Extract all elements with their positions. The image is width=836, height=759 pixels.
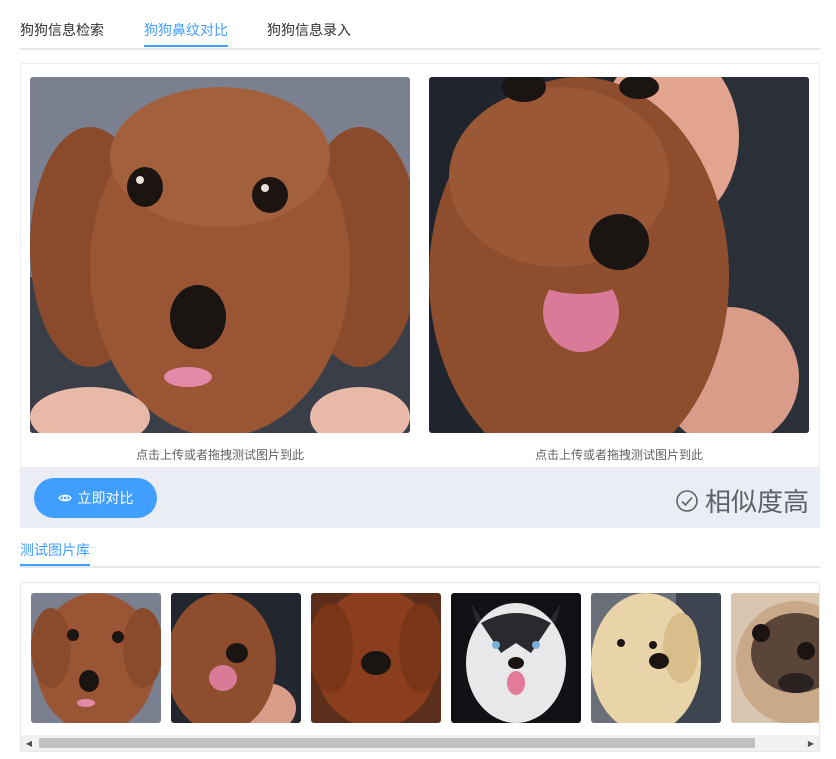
compare-now-label: 立即对比 [77,491,134,507]
gallery-thumb[interactable] [451,593,581,723]
check-circle-icon [675,489,699,513]
active-tab-indicator [144,45,228,47]
labrador-puppy-thumb-photo [591,593,721,723]
scroll-left-arrow-icon[interactable]: ◀ [21,735,37,751]
test-image-gallery: ◀ ▶ [20,582,820,752]
gallery-thumb[interactable] [31,593,161,723]
poodle-thumb-photo [171,593,301,723]
husky-thumb-photo [451,593,581,723]
gallery-thumb[interactable] [311,593,441,723]
gallery-thumb[interactable] [731,593,819,723]
compare-card: 点击上传或者拖拽测试图片到此 点击上传或者拖拽测试图片到此 立即对比 相似度高 [20,63,820,528]
gallery-tab-indicator [20,564,90,566]
gallery-thumb[interactable] [591,593,721,723]
gallery-section-header: 测试图片库 [20,520,820,568]
poodle-photo-left [30,77,410,433]
horizontal-scrollbar[interactable]: ◀ ▶ [21,735,819,751]
poodle-thumb-photo [31,593,161,723]
tab-dog-search[interactable]: 狗狗信息检索 [20,20,104,40]
scroll-right-arrow-icon[interactable]: ▶ [803,735,819,751]
tab-nose-compare[interactable]: 狗狗鼻纹对比 [144,20,228,40]
scrollbar-thumb[interactable] [39,738,755,748]
upload-slot-left[interactable] [30,77,410,433]
similarity-result-text: 相似度高 [704,488,809,518]
poodle-photo-right [429,77,809,433]
eye-icon [57,491,72,505]
tab-dog-entry[interactable]: 狗狗信息录入 [267,20,351,40]
compare-footer: 立即对比 相似度高 [21,467,819,527]
tab-test-gallery[interactable]: 测试图片库 [20,540,90,560]
upload-hint-right: 点击上传或者拖拽测试图片到此 [534,448,703,462]
top-tabs: 狗狗信息检索 狗狗鼻纹对比 狗狗信息录入 [20,0,820,50]
upload-hint-left: 点击上传或者拖拽测试图片到此 [135,448,304,462]
compare-now-button[interactable]: 立即对比 [34,478,157,518]
red-poodle-thumb-photo [311,593,441,723]
gallery-thumb[interactable] [171,593,301,723]
upload-slot-right[interactable] [429,77,809,433]
pug-thumb-photo [731,593,819,723]
similarity-result: 相似度高 [675,482,809,519]
